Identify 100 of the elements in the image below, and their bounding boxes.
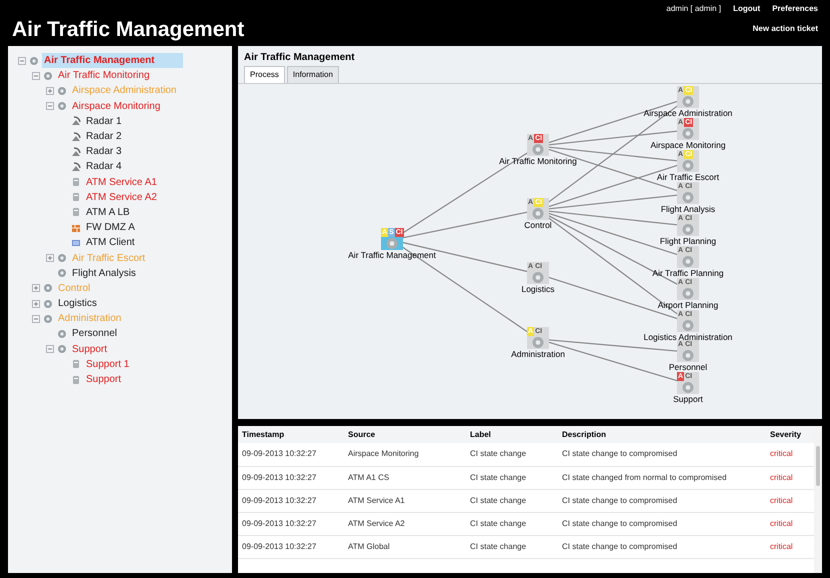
table-cell: CI state change [466,443,558,466]
node-label: Flight Planning [660,236,716,246]
server-icon [71,374,81,385]
radar-icon [71,132,81,142]
node-label: Airspace Administration [644,108,732,118]
gear-icon [57,328,67,339]
column-header[interactable]: Timestamp [238,426,344,443]
table-cell: CI state change [466,512,558,535]
severity-cell: critical [766,535,814,558]
table-cell: CI state change to compromised [558,443,766,466]
process-node-icon[interactable] [677,255,699,268]
table-cell: 09-09-2013 10:32:27 [238,489,344,512]
process-node-icon[interactable] [677,349,699,362]
process-node-icon[interactable] [527,143,549,156]
node-label: Air Traffic Escort [656,172,720,182]
expand-icon[interactable] [32,300,40,308]
expand-icon[interactable] [46,86,54,95]
process-node-icon[interactable] [677,287,699,300]
table-cell: ATM A1 CS [344,466,466,489]
monitor-icon [71,238,81,248]
expand-icon[interactable] [46,254,54,262]
tree-item[interactable]: Radar 1 [84,114,124,129]
table-cell: CI state change to compromised [558,512,766,535]
node-label: Airspace Monitoring [650,140,726,150]
gear-icon [43,314,53,324]
scrollbar[interactable] [814,426,822,573]
tree-item[interactable]: Logistics [56,296,99,312]
node-label: Airport Planning [658,300,718,310]
tree-item[interactable]: Air Traffic Monitoring [56,68,152,84]
tree-item[interactable]: ATM Service A2 [84,190,159,205]
table-cell: CI state changed from normal to compromised [558,466,766,489]
process-node-icon[interactable] [677,319,699,332]
column-header[interactable]: Description [558,426,766,443]
tree-item[interactable]: ATM Service A1 [84,174,159,190]
process-node-icon[interactable] [381,237,403,250]
table-cell: 09-09-2013 10:32:27 [238,466,344,489]
gear-icon [57,268,67,278]
radar-icon [71,146,81,157]
gear-icon [57,344,67,354]
node-label: Air Traffic Monitoring [499,156,577,166]
collapse-icon[interactable] [32,314,40,323]
tree-item[interactable]: ATM Client [84,235,137,250]
node-label: Logistics [521,284,555,294]
gear-icon [57,101,67,112]
node-label: Support [673,394,703,404]
tree-item[interactable]: FW DMZ A [84,220,137,236]
process-node-icon[interactable] [677,95,699,108]
tab[interactable]: Process [244,66,285,83]
process-node-icon[interactable] [677,127,699,140]
process-node-icon[interactable] [677,191,699,204]
process-node-icon[interactable] [527,271,549,284]
node-label: Personnel [668,362,708,372]
expand-icon[interactable] [32,284,40,292]
collapse-icon[interactable] [46,102,54,110]
tree-item[interactable]: Personnel [70,326,120,342]
table-cell: CI state change [466,466,558,489]
tree-item[interactable]: Radar 3 [84,144,124,160]
tree-item[interactable]: ATM A LB [84,204,132,220]
radar-icon [71,116,81,126]
collapse-icon[interactable] [46,345,54,354]
header-link[interactable]: Preferences [772,3,818,15]
gear-icon [57,86,67,96]
column-header[interactable]: Severity [766,426,814,443]
server-icon [71,192,81,202]
node-label: Administration [511,349,565,359]
server-icon [71,359,81,370]
header-link[interactable]: Logout [733,3,760,15]
tree-item[interactable]: Airspace Monitoring [70,98,162,114]
table-cell: CI state change to compromised [558,535,766,558]
firewall-icon [71,222,81,233]
process-node-icon[interactable] [677,223,699,236]
process-node-icon[interactable] [527,336,549,349]
tree-item[interactable]: Support 1 [84,356,132,372]
new-ticket-link[interactable]: New action ticket [752,23,818,35]
column-header[interactable]: Label [466,426,558,443]
process-node-icon[interactable] [677,159,699,172]
table-cell: 09-09-2013 10:32:27 [238,535,344,558]
user-link[interactable]: admin [ admin ] [666,3,722,15]
node-label: Control [524,220,552,230]
tree-item[interactable]: Radar 4 [84,159,124,174]
tab[interactable]: Information [286,66,339,83]
tree-item[interactable]: Flight Analysis [70,266,138,281]
tree-item[interactable]: Support [70,342,110,357]
tree-item[interactable]: Support [84,372,124,388]
table-cell: Airspace Monitoring [344,443,466,466]
column-header[interactable]: Source [344,426,466,443]
table-cell: ATM Service A2 [344,512,466,535]
node-label: Flight Analysis [660,204,716,214]
node-label: Air Traffic Management [348,250,436,260]
server-icon [71,177,81,188]
table-cell: 09-09-2013 10:32:27 [238,512,344,535]
tree-item[interactable]: Radar 2 [84,129,124,144]
node-label: Logistics Administration [644,332,732,342]
process-node-icon[interactable] [527,207,549,220]
gear-icon [29,56,39,66]
radar-icon [71,162,81,172]
process-node-icon[interactable] [677,381,699,394]
table-cell: ATM Global [344,535,466,558]
collapse-icon[interactable] [32,72,40,80]
collapse-icon[interactable] [18,56,26,65]
